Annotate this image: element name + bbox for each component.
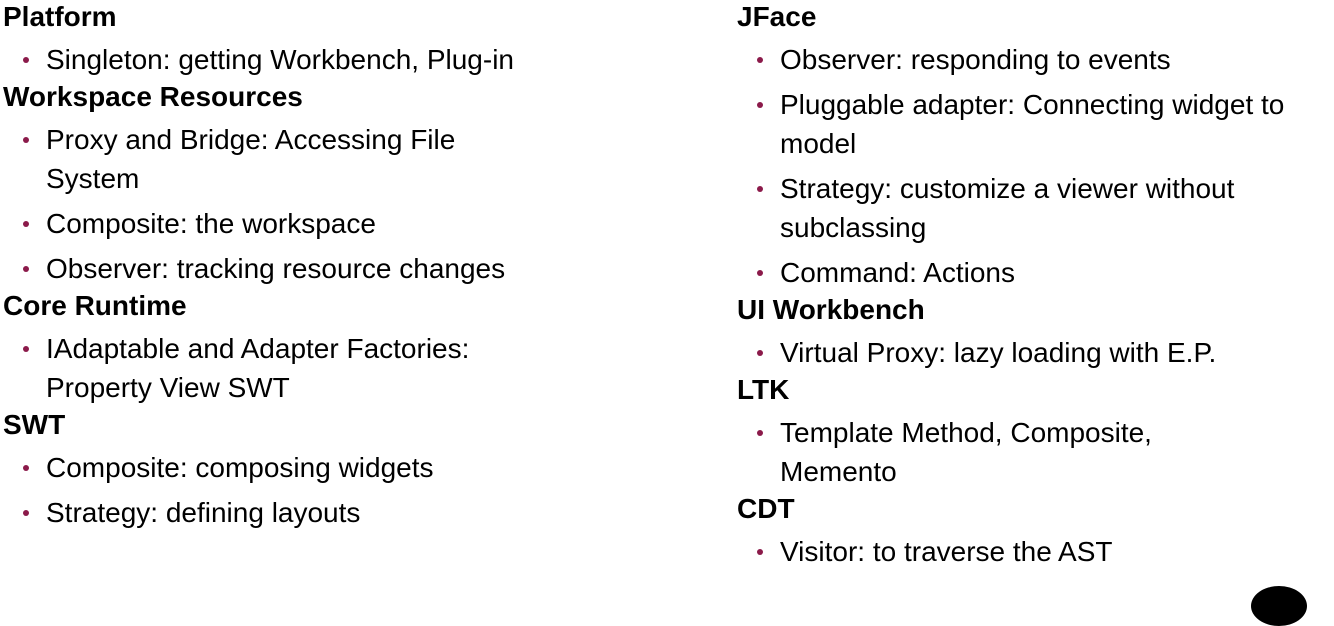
bullet-icon: [23, 221, 29, 227]
bullet-item: IAdaptable and Adapter Factories: Proper…: [3, 329, 703, 407]
section-ltk: LTK Template Method, Composite, Memento: [737, 373, 1334, 491]
section-title: CDT: [737, 493, 795, 524]
bullet-icon: [23, 510, 29, 516]
bullet-icon: [23, 266, 29, 272]
bullet-item: Composite: the workspace: [3, 204, 703, 243]
section-core-runtime: Core Runtime IAdaptable and Adapter Fact…: [3, 289, 703, 407]
bullet-list: Template Method, Composite, Memento: [737, 413, 1334, 491]
bullet-item: Strategy: defining layouts: [3, 493, 703, 532]
bullet-text: Strategy: defining layouts: [46, 497, 361, 528]
bullet-item: Proxy and Bridge: Accessing File System: [3, 120, 703, 198]
bullet-text: Composite: composing widgets: [46, 452, 434, 483]
section-swt: SWT Composite: composing widgets Strateg…: [3, 408, 703, 532]
right-column: JFace Observer: responding to events Plu…: [737, 0, 1334, 572]
bullet-list: Proxy and Bridge: Accessing File System …: [3, 120, 703, 288]
section-ui-workbench: UI Workbench Virtual Proxy: lazy loading…: [737, 293, 1334, 372]
bullet-icon: [757, 57, 763, 63]
section-title: SWT: [3, 409, 66, 440]
bullet-item: Observer: responding to events: [737, 40, 1334, 79]
bullet-list: IAdaptable and Adapter Factories: Proper…: [3, 329, 703, 407]
bullet-item: Virtual Proxy: lazy loading with E.P.: [737, 333, 1334, 372]
bullet-item: Singleton: getting Workbench, Plug-in: [3, 40, 703, 79]
section-jface: JFace Observer: responding to events Plu…: [737, 0, 1334, 292]
bullet-item: Visitor: to traverse the AST: [737, 532, 1334, 571]
bullet-text: Observer: tracking resource changes: [46, 253, 506, 284]
bullet-text: Composite: the workspace: [46, 208, 376, 239]
bullet-list: Singleton: getting Workbench, Plug-in: [3, 40, 703, 79]
bullet-text: Command: Actions: [780, 257, 1015, 288]
bullet-text: IAdaptable and Adapter Factories: Proper…: [46, 333, 470, 403]
bullet-text: Template Method, Composite, Memento: [780, 417, 1152, 487]
bullet-list: Visitor: to traverse the AST: [737, 532, 1334, 571]
section-workspace-resources: Workspace Resources Proxy and Bridge: Ac…: [3, 80, 703, 288]
section-title: UI Workbench: [737, 294, 925, 325]
bullet-icon: [23, 465, 29, 471]
bullet-icon: [23, 137, 29, 143]
left-column: Platform Singleton: getting Workbench, P…: [3, 0, 703, 533]
bullet-icon: [757, 549, 763, 555]
bullet-text: Virtual Proxy: lazy loading with E.P.: [780, 337, 1217, 368]
section-title: Workspace Resources: [3, 81, 303, 112]
bullet-text: Visitor: to traverse the AST: [780, 536, 1113, 567]
bullet-text: Observer: responding to events: [780, 44, 1171, 75]
bullet-icon: [757, 350, 763, 356]
bullet-icon: [23, 346, 29, 352]
bullet-item: Strategy: customize a viewer without sub…: [737, 169, 1334, 247]
bullet-item: Composite: composing widgets: [3, 448, 703, 487]
bullet-text: Pluggable adapter: Connecting widget to …: [780, 89, 1285, 159]
corner-shape: [1251, 586, 1307, 626]
bullet-icon: [23, 57, 29, 63]
bullet-icon: [757, 186, 763, 192]
bullet-icon: [757, 270, 763, 276]
section-cdt: CDT Visitor: to traverse the AST: [737, 492, 1334, 571]
section-platform: Platform Singleton: getting Workbench, P…: [3, 0, 703, 79]
bullet-icon: [757, 430, 763, 436]
bullet-item: Observer: tracking resource changes: [3, 249, 703, 288]
section-title: JFace: [737, 1, 817, 32]
bullet-list: Composite: composing widgets Strategy: d…: [3, 448, 703, 532]
bullet-list: Observer: responding to events Pluggable…: [737, 40, 1334, 292]
bullet-item: Pluggable adapter: Connecting widget to …: [737, 85, 1334, 163]
bullet-icon: [757, 102, 763, 108]
bullet-list: Virtual Proxy: lazy loading with E.P.: [737, 333, 1334, 372]
bullet-text: Singleton: getting Workbench, Plug-in: [46, 44, 514, 75]
bullet-text: Proxy and Bridge: Accessing File System: [46, 124, 456, 194]
bullet-text: Strategy: customize a viewer without sub…: [780, 173, 1235, 243]
section-title: LTK: [737, 374, 790, 405]
section-title: Platform: [3, 1, 117, 32]
bullet-item: Template Method, Composite, Memento: [737, 413, 1334, 491]
section-title: Core Runtime: [3, 290, 187, 321]
bullet-item: Command: Actions: [737, 253, 1334, 292]
